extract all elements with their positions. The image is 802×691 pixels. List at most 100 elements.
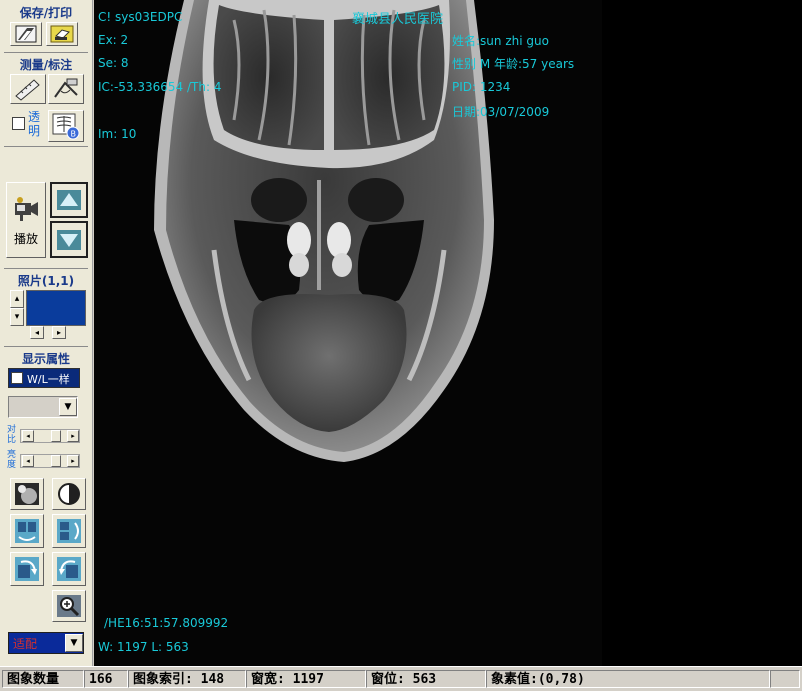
divider [4,146,88,147]
flip-horizontal-icon [15,519,39,543]
study-date: 日期:03/07/2009 [452,105,550,119]
photo-scroll-up[interactable]: ▴ [10,290,24,308]
brightness-increase[interactable]: ▸ [67,455,79,467]
fit-mode-select[interactable]: 适配 ▼ [8,632,84,654]
status-empty-panel [770,670,800,688]
next-image-button[interactable] [50,221,88,258]
brightness-thumb[interactable] [51,455,61,467]
photo-thumbnail-box[interactable] [26,290,86,326]
modality-info: C! sys03EDPC [98,10,183,24]
annotation-button[interactable]: B [48,110,84,142]
zoom-button[interactable] [52,590,86,622]
previous-image-button[interactable] [50,182,88,218]
divider [4,52,88,53]
display-properties-title: 显示属性 [21,352,70,366]
rotate-right-button[interactable] [10,552,44,586]
patient-name: 姓名:sun zhi guo [452,34,549,48]
left-orbit [251,178,307,222]
photo-scroll-right[interactable]: ▸ [52,326,66,339]
flip-vertical-icon [57,519,81,543]
fit-mode-value: 适配 [13,637,38,651]
invert-contrast-icon [58,483,80,505]
patient-id: PID: 1234 [452,80,511,94]
dropdown-arrow-button[interactable]: ▼ [59,398,77,416]
contrast-label: 对比 [7,425,17,445]
xray-chest-icon: B [52,113,80,140]
window-level-icon [15,483,39,505]
hospital-name: 襄城县人民医院 [352,12,444,27]
fit-mode-dropdown-arrow[interactable]: ▼ [65,634,83,652]
small-up-arrow-icon: ▴ [14,294,20,304]
small-left-arrow-icon: ◂ [26,432,30,440]
flip-horizontal-button[interactable] [10,514,44,548]
save-disk-icon [15,25,37,43]
play-label: 播放 [13,231,38,246]
svg-text:B: B [71,130,77,139]
mri-scan-image [94,0,602,666]
chevron-down-icon: ▼ [70,638,78,648]
flip-vertical-button[interactable] [52,514,86,548]
photo-scroll-down[interactable]: ▾ [10,308,24,326]
transparent-checkbox[interactable] [12,117,25,130]
wl-same-label: W/L一样 [27,373,70,386]
rotate-clockwise-icon [15,557,39,581]
pixel-value: 象素值:(0,78) [486,670,770,688]
brightness-decrease[interactable]: ◂ [22,455,34,467]
image-count-label: 图象数量 [2,670,84,688]
measure-title: 测量/标注 [19,58,73,72]
window-level-overlay: W: 1197 L: 563 [98,640,189,654]
series-number: Se: 8 [98,56,129,70]
divider [4,268,88,269]
divider [4,346,88,347]
image-number: Im: 10 [98,127,137,141]
status-bar: 图象数量 166 图象索引: 148 窗宽: 1197 窗位: 563 象素值:… [0,666,802,691]
wl-same-checkbox[interactable] [11,372,23,384]
left-nasal-turbinate [287,222,311,258]
right-orbit [348,178,404,222]
photo-title: 照片(1,1) [17,274,75,288]
image-center-thickness: IC:-53.336654 /Th: 4 [98,80,222,94]
image-count-value: 166 [84,670,128,688]
window-width: 窗宽: 1197 [246,670,366,688]
invert-button[interactable] [52,478,86,510]
acquisition-time: /HE16:51:57.809992 [104,616,229,630]
rotate-left-button[interactable] [52,552,86,586]
arrow-down-icon [57,229,81,250]
print-button[interactable] [46,22,78,46]
small-left-arrow-icon: ◂ [34,328,39,337]
save-button[interactable] [10,22,42,46]
small-down-arrow-icon: ▾ [14,312,20,322]
contrast-thumb[interactable] [51,430,61,442]
photo-scroll-left[interactable]: ◂ [30,326,44,339]
small-left-arrow-icon: ◂ [26,457,30,465]
ruler-icon [15,79,40,101]
right-nasal-mucosa [332,253,352,277]
image-viewer[interactable]: C! sys03EDPC 襄城县人民医院 Ex: 2 Se: 8 IC:-53.… [94,0,802,666]
window-level-button[interactable] [10,478,44,510]
brightness-label: 亮度 [7,450,17,470]
magnifier-icon [57,595,81,617]
brightness-slider[interactable]: ◂ ▸ [20,454,80,468]
angle-measure-button[interactable] [48,74,84,104]
wl-same-toggle[interactable]: W/L一样 [8,368,80,388]
contrast-slider[interactable]: ◂ ▸ [20,429,80,443]
save-print-title: 保存/打印 [19,6,73,20]
window-level: 窗位: 563 [366,670,486,688]
image-index: 图象索引: 148 [128,670,246,688]
measure-ruler-button[interactable] [10,74,46,104]
contrast-decrease[interactable]: ◂ [22,430,34,442]
rotate-counterclockwise-icon [57,557,81,581]
small-right-arrow-icon: ▸ [71,457,75,465]
exam-number: Ex: 2 [98,33,129,47]
small-right-arrow-icon: ▸ [71,432,75,440]
arrow-up-icon [57,190,81,210]
video-camera-icon [15,196,38,221]
transparent-label: 透明 [28,110,41,138]
angle-icon [54,78,78,98]
printer-icon [50,25,74,43]
play-button[interactable]: 播放 [6,182,46,258]
right-nasal-turbinate [327,222,351,258]
left-nasal-mucosa [289,253,309,277]
preset-dropdown[interactable]: ▼ [8,396,78,418]
contrast-increase[interactable]: ▸ [67,430,79,442]
